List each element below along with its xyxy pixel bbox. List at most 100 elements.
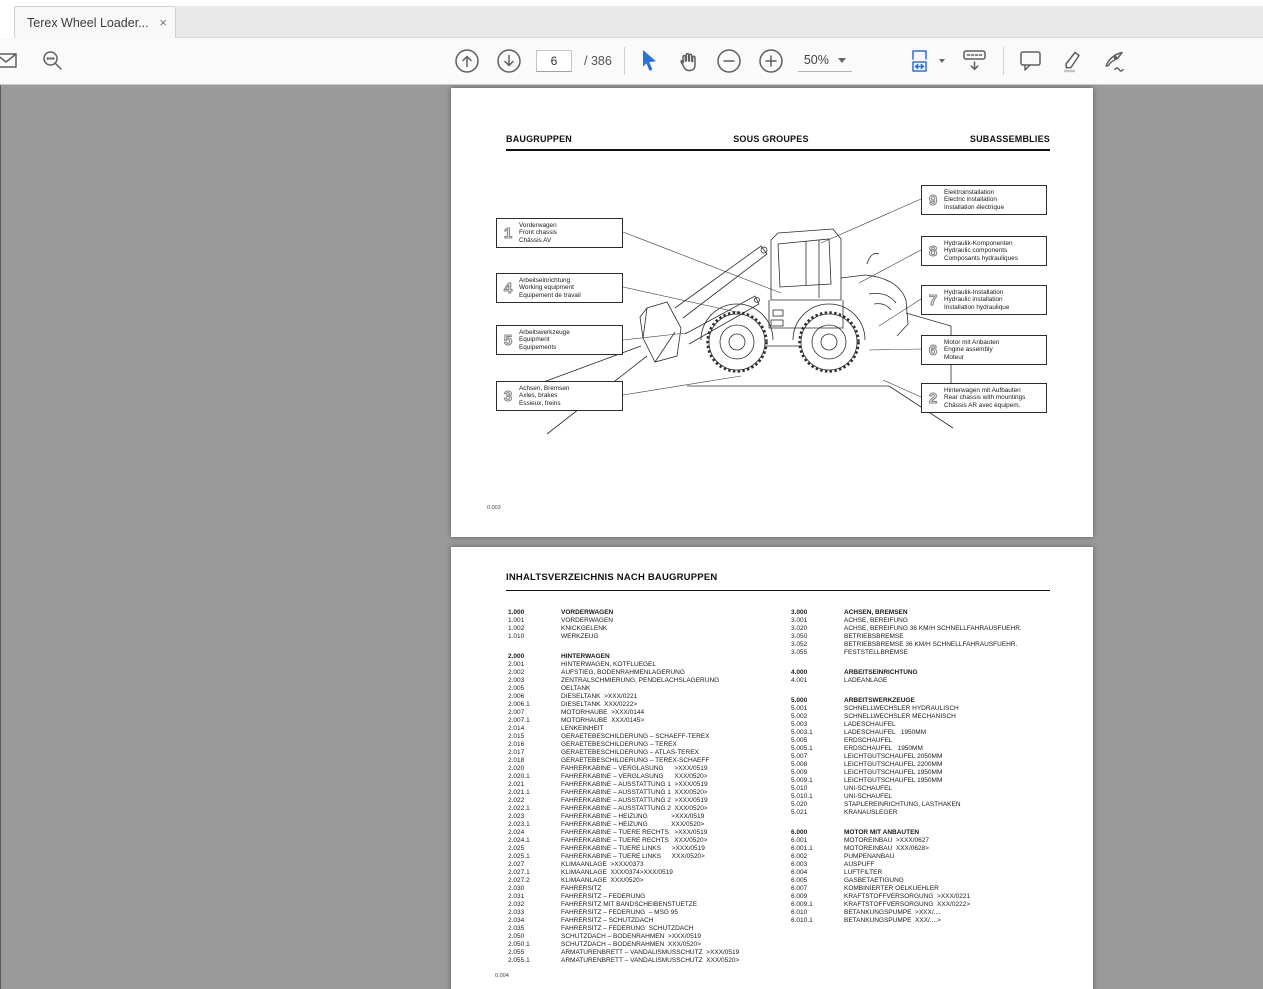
toc-entry-label: KLIMAANLAGE XXX/0520>	[561, 877, 644, 884]
fill-sign-button[interactable]	[1099, 45, 1129, 77]
toc-entry-number: 2.032	[508, 901, 525, 908]
pdf-page-2[interactable]: INHALTSVERZEICHNIS NACH BAUGRUPPEN 1.000…	[451, 547, 1093, 989]
toc-entry: 6.005 GASBETAETIGUNG	[791, 877, 1076, 885]
toc-entry-number: 2.002	[508, 669, 525, 676]
toc-entry-label: LEICHTGUTSCHAUFEL 2200MM	[844, 761, 943, 768]
toc-entry-number: 5.007	[791, 753, 808, 760]
label-line-fr: Moteur	[944, 353, 964, 361]
toc-entry-number: 2.022	[508, 797, 525, 804]
toc-entry-number: 2.024	[508, 829, 525, 836]
toc-entry-number: 5.020	[791, 801, 808, 808]
zoom-in-button[interactable]	[756, 45, 786, 77]
toc-entry-label: VORDERWAGEN	[561, 617, 614, 624]
toc-entry-number: 2.005	[508, 685, 525, 692]
pdf-page-1[interactable]: BAUGRUPPEN SOUS GROUPES SUBASSEMBLIES 1 …	[451, 88, 1093, 537]
toc-entry-label: ACHSE, BEREIFUNG	[844, 617, 908, 624]
toc-entry-label: FAHRERSITZ	[561, 885, 602, 892]
tab-title: Terex Wheel Loader...	[27, 15, 149, 30]
toc-entry-number: 1.000	[508, 609, 525, 616]
next-page-button[interactable]	[494, 45, 524, 77]
arrow-up-circle-icon	[455, 49, 479, 73]
toc-entry-number: 2.007	[508, 709, 525, 716]
comment-button[interactable]	[1017, 45, 1045, 77]
zoom-out-button[interactable]	[714, 45, 744, 77]
toc-entry: 6.002 PUMPENANBAU	[791, 853, 1076, 861]
toc-entry: 2.005 OELTANK	[508, 685, 793, 693]
hand-tool-button[interactable]	[673, 45, 702, 77]
toc-entry-label: BETRIEBSBREMSE 36 KM/H SCHNELLFAHRAUSFUE…	[844, 641, 1018, 648]
toc-entry-number: 6.005	[791, 877, 808, 884]
toc-entry-number: 5.021	[791, 809, 808, 816]
toc-entry: 2.021 FAHRERKABINE – AUSSTATTUNG 1 >XXX/…	[508, 781, 793, 789]
toc-entry: 2.014 LENKEINHEIT	[508, 725, 793, 733]
email-button[interactable]	[0, 45, 19, 77]
toc-entry-label: KOMBINIERTER OELKUEHLER	[844, 885, 939, 892]
toc-entry: 2.006 DIESELTANK >XXX/0221	[508, 693, 793, 701]
toc-entry: 5.007 LEICHTGUTSCHAUFEL 2050MM	[791, 753, 1076, 761]
toc-entry-label: VORDERWAGEN	[561, 609, 614, 616]
toc-entry: 6.001 MOTOREINBAU >XXX/0627	[791, 837, 1076, 845]
toc-section: 1.000 VORDERWAGEN 1.001 VORDERWAGEN 1.00…	[508, 609, 793, 641]
toc-entry-number: 6.009	[791, 893, 808, 900]
toc-entry-number: 5.005.1	[791, 745, 813, 752]
toc-entry-number: 2.027.2	[508, 877, 530, 884]
toc-entry-number: 3.050	[791, 633, 808, 640]
toc-entry: 5.000 ARBEITSWERKZEUGE	[791, 697, 1076, 705]
toolbar: / 386 50%	[0, 38, 1263, 85]
toc-entry-number: 2.006.1	[508, 701, 530, 708]
toc-entry: 2.024.1 FAHRERKABINE – TUERE RECHTS XXX/…	[508, 837, 793, 845]
fit-width-button[interactable]	[908, 45, 947, 77]
toc-entry-label: HINTERWAGEN	[561, 653, 610, 660]
highlight-button[interactable]	[1058, 45, 1086, 77]
toc-entry-label: FAHRERKABINE – AUSSTATTUNG 1 >XXX/0519	[561, 781, 708, 788]
toc-entry-label: HINTERWAGEN, KOTFLUEGEL	[561, 661, 656, 668]
toc-entry: 2.034 FAHRERSITZ – SCHUTZDACH	[508, 917, 793, 925]
toc-entry-number: 5.009.1	[791, 777, 813, 784]
toc-entry-number: 5.000	[791, 697, 808, 704]
toc-entry-label: ARBEITSWERKZEUGE	[844, 697, 915, 704]
toc-entry-label: KLIMAANLAGE XXX/0374>XXX/0519	[561, 869, 673, 876]
toc-entry-number: 5.003.1	[791, 729, 813, 736]
toc-section: 3.000 ACHSEN, BREMSEN 3.001 ACHSE, BEREI…	[791, 609, 1076, 657]
toc-entry-label: FAHRERKABINE – HEIZUNG XXX/0520>	[561, 821, 705, 828]
toc-entry-number: 2.023	[508, 813, 525, 820]
toc-entry: 2.017 GERAETEBESCHILDERUNG – ATLAS-TEREX	[508, 749, 793, 757]
toc-entry: 6.010 BETANKUNGSPUMPE >XXX/....	[791, 909, 1076, 917]
toc-entry-label: WERKZEUG	[561, 633, 599, 640]
toc-entry: 3.055 FESTSTELLBREMSE	[791, 649, 1076, 657]
page-number-input[interactable]	[536, 50, 572, 72]
pdf-viewer-window: Terex Wheel Loader... × / 386	[0, 0, 1263, 989]
toc-entry-number: 2.020.1	[508, 773, 530, 780]
toc-entry: 2.032 FAHRERSITZ MIT BANDSCHEIBENSTUETZE	[508, 901, 793, 909]
toc-entry-label: PUMPENANBAU	[844, 853, 895, 860]
toc-entry: 2.023.1 FAHRERKABINE – HEIZUNG XXX/0520>	[508, 821, 793, 829]
toc-entry-number: 5.010	[791, 785, 808, 792]
toc-entry: 2.027.2 KLIMAANLAGE XXX/0520>	[508, 877, 793, 885]
previous-page-button[interactable]	[452, 45, 482, 77]
toc-entry: 2.033 FAHRERSITZ – FEDERUNG – MSG 95	[508, 909, 793, 917]
toc-entry-label: STAPLEREINRICHTUNG, LASTHAKEN	[844, 801, 961, 808]
toc-entry-number: 2.055.1	[508, 957, 530, 964]
search-button[interactable]	[39, 45, 67, 77]
page-footer-number: 0.003	[487, 505, 501, 511]
label-line-en: Hydraulic components	[944, 247, 1008, 255]
toc-entry: 2.030 FAHRERSITZ	[508, 885, 793, 893]
tab-close-icon[interactable]: ×	[159, 16, 167, 29]
toc-entry-number: 2.020	[508, 765, 525, 772]
toc-entry-number: 2.025.1	[508, 853, 530, 860]
toc-entry: 2.055.1 ARMATURENBRETT – VANDALISMUSSCHU…	[508, 957, 793, 965]
toc-entry: 2.001 HINTERWAGEN, KOTFLUEGEL	[508, 661, 793, 669]
toc-entry-number: 2.006	[508, 693, 525, 700]
toc-entry-number: 2.035	[508, 925, 525, 932]
toc-entry: 2.031 FAHRERSITZ – FEDERUNG	[508, 893, 793, 901]
diagram-label-box: 7 Hydraulik-Installation Hydraulic insta…	[921, 285, 1047, 315]
document-tab[interactable]: Terex Wheel Loader... ×	[14, 6, 176, 38]
hide-toolbar-button[interactable]	[960, 45, 990, 77]
toc-entry-label: ACHSEN, BREMSEN	[844, 609, 908, 616]
select-tool-button[interactable]	[637, 45, 661, 77]
toc-entry-label: DIESELTANK >XXX/0221	[561, 693, 638, 700]
toc-entry-label: GERAETEBESCHILDERUNG – ATLAS-TEREX	[561, 749, 699, 756]
document-viewport[interactable]: BAUGRUPPEN SOUS GROUPES SUBASSEMBLIES 1 …	[0, 85, 1263, 989]
label-line-de: Hinterwagen mit Aufbauten	[944, 386, 1021, 394]
zoom-level-dropdown[interactable]: 50%	[797, 50, 852, 72]
